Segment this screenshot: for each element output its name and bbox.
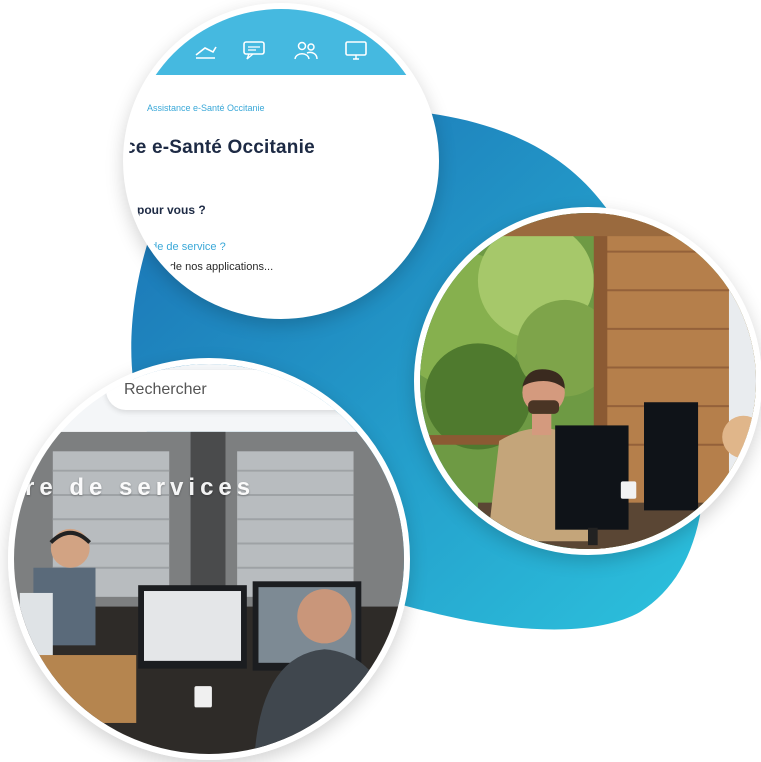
section-question: e pour vous ? xyxy=(127,203,206,217)
service-center-photo-circle: Rechercher tre de services xyxy=(8,358,410,760)
service-request-link[interactable]: nde de service ? xyxy=(145,241,226,253)
site-header-bar xyxy=(129,9,433,75)
breadcrumb[interactable]: Assistance e-Santé Occitanie xyxy=(147,103,265,113)
monitor-icon xyxy=(343,39,369,61)
search-placeholder: Rechercher xyxy=(124,381,207,398)
office-desk-photo-circle xyxy=(414,207,761,555)
hand-icon xyxy=(193,39,219,61)
page-title: ce e-Santé Occitanie xyxy=(125,137,315,158)
chat-icon xyxy=(241,39,267,61)
services-banner-text: tre de services xyxy=(12,474,256,501)
website-screenshot-circle: Assistance e-Santé Occitanie ce e-Santé … xyxy=(123,3,439,319)
search-input[interactable]: Rechercher xyxy=(106,370,404,410)
service-center-photo xyxy=(14,364,404,754)
desk-photo xyxy=(420,213,756,549)
body-text: tion de nos applications... xyxy=(149,261,274,273)
people-icon xyxy=(293,39,319,61)
